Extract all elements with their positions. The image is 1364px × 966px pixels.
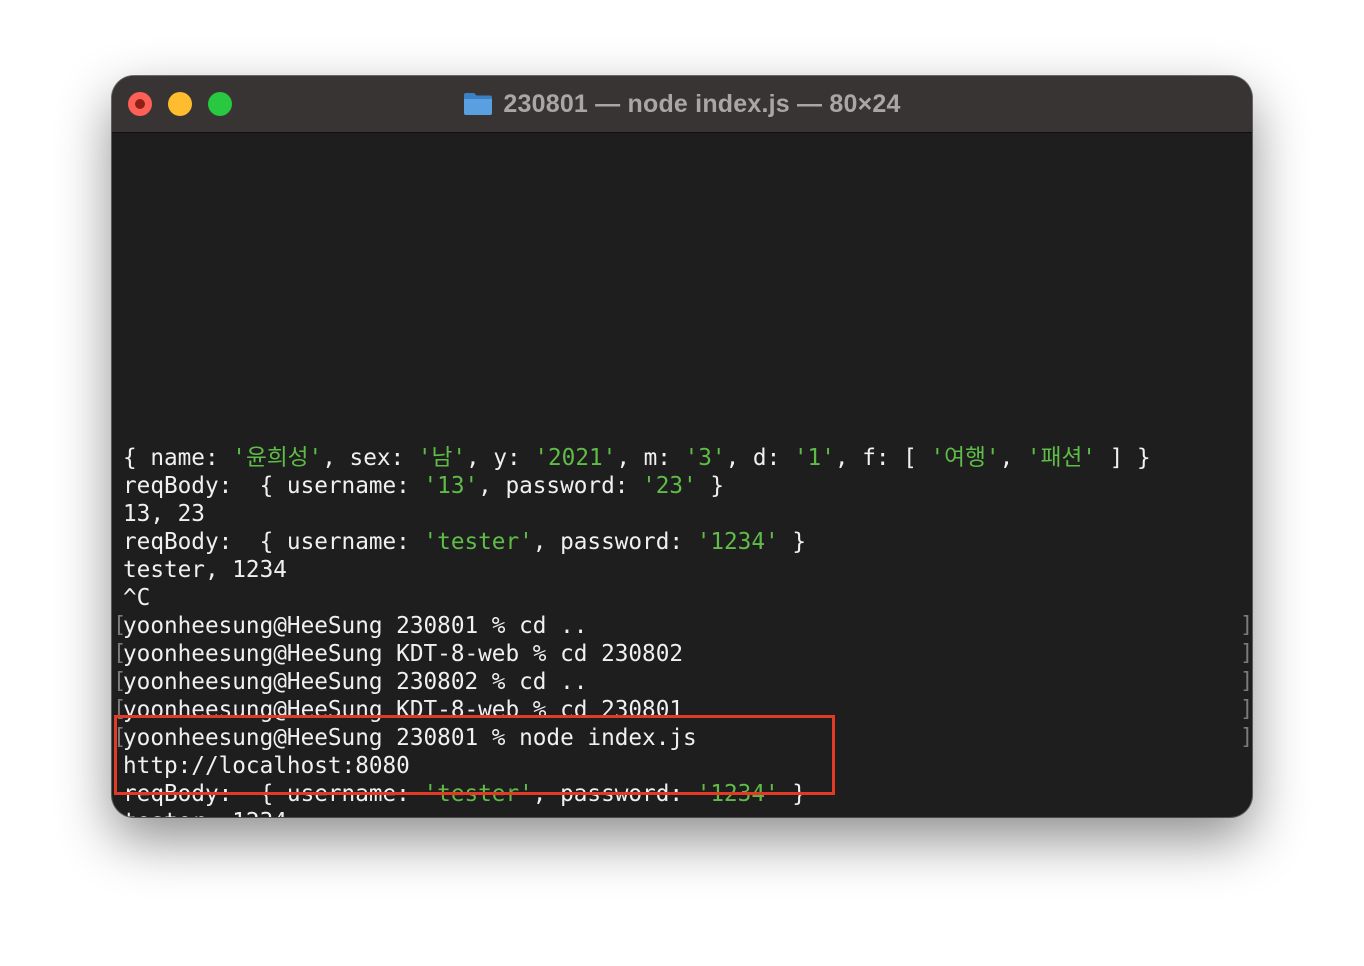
window-title: 230801 — node index.js — 80×24 <box>503 89 901 118</box>
output-line: ^C <box>123 585 151 611</box>
prompt-line: yoonheesung@HeeSung 230802 % cd .. <box>123 669 588 695</box>
folder-icon <box>464 93 493 115</box>
highlight-annotation <box>114 715 835 795</box>
prompt-bracket-close: ] <box>1240 697 1252 722</box>
prompt-line: yoonheesung@HeeSung 230801 % cd .. <box>123 613 588 639</box>
prompt-bracket-close: ] <box>1240 669 1252 694</box>
output-line: tester, 1234 <box>123 808 287 817</box>
prompt-bracket-open: [ <box>113 641 127 666</box>
output-line: { name: '윤희성', sex: '남', y: '2021', m: '… <box>123 445 1151 471</box>
prompt-bracket-close: ] <box>1240 613 1252 638</box>
title-bar[interactable]: 230801 — node index.js — 80×24 <box>112 76 1252 133</box>
window-title-group: 230801 — node index.js — 80×24 <box>112 76 1252 132</box>
output-line: reqBody: { username: '13', password: '23… <box>123 473 725 499</box>
prompt-bracket-open: [ <box>113 613 127 638</box>
prompt-bracket-close: ] <box>1240 641 1252 666</box>
output-line: 13, 23 <box>123 501 205 527</box>
prompt-line: yoonheesung@HeeSung KDT-8-web % cd 23080… <box>123 641 684 667</box>
output-line: reqBody: { username: 'tester', password:… <box>123 529 806 555</box>
prompt-bracket-open: [ <box>113 669 127 694</box>
prompt-bracket-close: ] <box>1240 725 1252 750</box>
terminal-window: 230801 — node index.js — 80×24 { name: '… <box>112 76 1252 817</box>
output-line: tester, 1234 <box>123 557 287 583</box>
